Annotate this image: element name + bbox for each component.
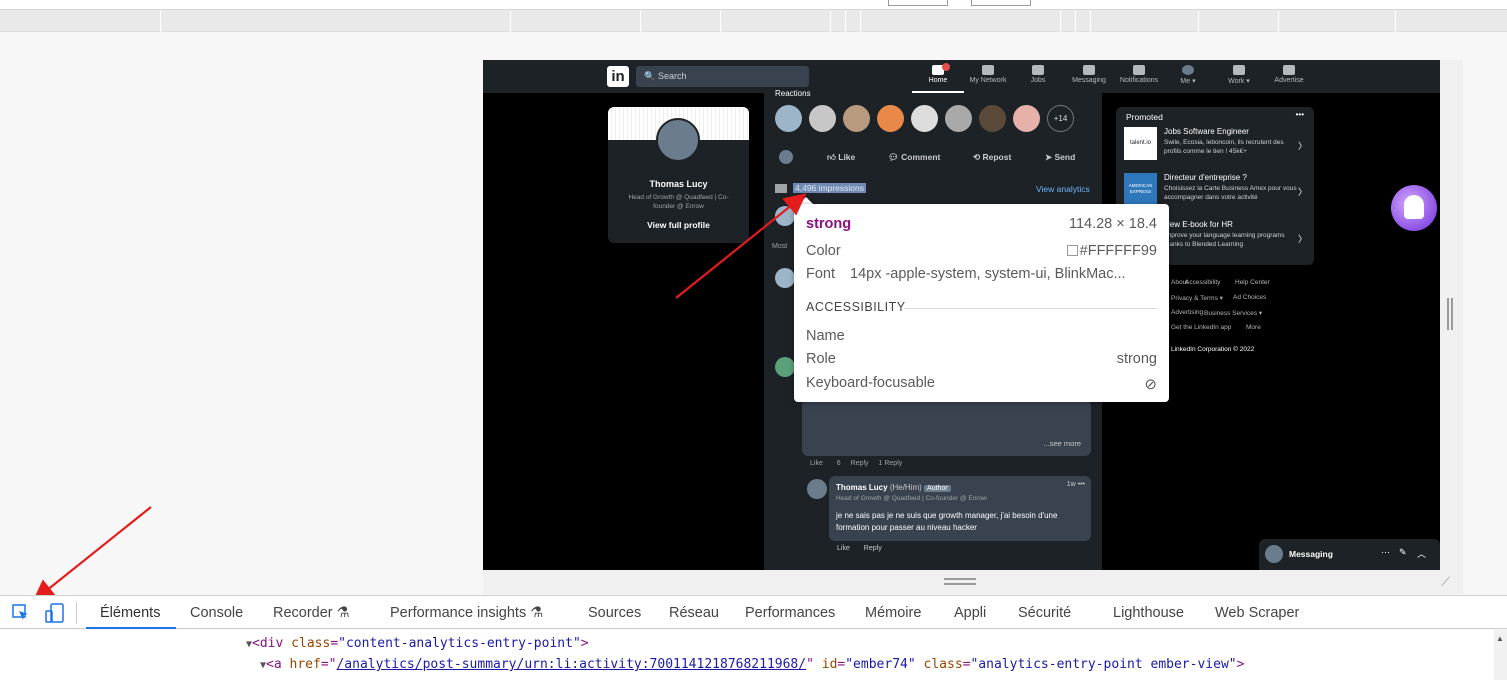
tag-open: <div (252, 636, 292, 651)
dom-node-a[interactable]: ▼<a href="/analytics/post-summary/urn:li… (260, 657, 1244, 672)
dom-node-div[interactable]: ▼<div class="content-analytics-entry-poi… (246, 636, 589, 651)
annotation-arrow (675, 193, 807, 299)
tab-elements[interactable]: Éléments (100, 605, 160, 621)
tab-security[interactable]: Sécurité (1018, 605, 1071, 621)
annotation-layer (32, 193, 807, 602)
tag-close: > (580, 636, 589, 651)
devtools-tab-bar: Éléments Console Recorder ⚗ Performance … (0, 595, 1507, 629)
attr-value: "ember74" (845, 657, 916, 672)
tab-lighthouse[interactable]: Lighthouse (1113, 605, 1184, 621)
tab-performance[interactable]: Performances (745, 605, 835, 621)
device-toolbar-icon[interactable] (45, 603, 65, 623)
attr-value: "content-analytics-entry-point" (338, 636, 581, 651)
attr-name: class (923, 657, 963, 672)
flask-icon: ⚗ (336, 605, 350, 621)
tab-label: Performance insights (390, 605, 527, 621)
equals: = (330, 636, 339, 651)
tab-network[interactable]: Réseau (669, 605, 719, 621)
annotation-arrow (32, 506, 152, 602)
attr-value: "analytics-entry-point ember-view" (970, 657, 1237, 672)
tab-application[interactable]: Appli (954, 605, 986, 621)
tab-performance-insights[interactable]: Performance insights ⚗ (390, 605, 543, 621)
tag-open: <a (266, 657, 290, 672)
divider (76, 602, 77, 624)
tab-sources[interactable]: Sources (588, 605, 641, 621)
scroll-up-icon[interactable]: ▲ (1496, 634, 1504, 643)
tab-recorder[interactable]: Recorder ⚗ (273, 605, 350, 621)
scrollbar[interactable]: ▲ (1494, 630, 1507, 680)
tab-console[interactable]: Console (190, 605, 243, 621)
tab-memory[interactable]: Mémoire (865, 605, 921, 621)
flask-icon: ⚗ (530, 605, 544, 621)
tab-label: Recorder (273, 605, 333, 621)
attr-name: href (289, 657, 321, 672)
active-tab-indicator (86, 627, 176, 629)
elements-tree: ▼<div class="content-analytics-entry-poi… (0, 630, 1507, 680)
inspect-element-icon[interactable] (12, 604, 28, 620)
href-link[interactable]: /analytics/post-summary/urn:li:activity:… (336, 657, 806, 672)
attr-name: id (821, 657, 838, 672)
attr-name: class (291, 636, 331, 651)
tab-web-scraper[interactable]: Web Scraper (1215, 605, 1299, 621)
tag-close: > (1236, 657, 1245, 672)
